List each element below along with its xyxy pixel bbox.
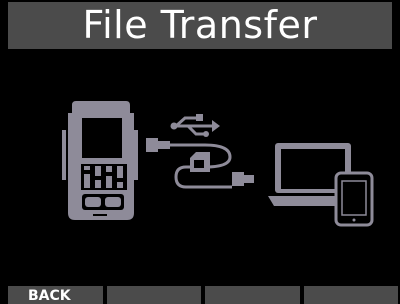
softkey-2[interactable] <box>106 286 201 304</box>
device-screen: File Transfer BACK <box>0 0 400 304</box>
softkey-back[interactable]: BACK <box>8 286 103 304</box>
softkey-3[interactable] <box>205 286 300 304</box>
smartphone-icon <box>334 171 374 227</box>
sd-card-icon <box>190 152 210 172</box>
title-bar: File Transfer <box>8 2 392 49</box>
page-title: File Transfer <box>82 3 318 47</box>
softkey-bar: BACK <box>0 286 400 304</box>
usb-symbol-icon <box>170 114 220 137</box>
recorder-device-icon <box>62 101 138 220</box>
file-transfer-illustration <box>62 101 374 227</box>
softkey-4[interactable] <box>303 286 398 304</box>
